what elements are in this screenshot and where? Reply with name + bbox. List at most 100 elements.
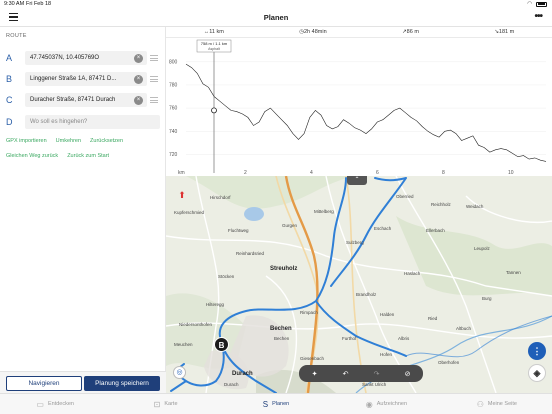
drag-handle-icon[interactable] xyxy=(150,55,158,61)
waypoint-b-input[interactable]: Linggener Straße 1A, 87471 D... xyxy=(25,72,147,86)
elevation-y-tick: 800 xyxy=(169,59,178,65)
navigate-button[interactable]: Navigieren xyxy=(6,376,82,391)
place-label: Oberhofen xyxy=(438,360,460,365)
tab-label: Aufzeichnen xyxy=(376,401,408,407)
place-label: Reichholz xyxy=(431,202,451,207)
locate-icon[interactable]: ◎ xyxy=(173,366,186,379)
route-actions-row1: GPX importieren Umkehren Zurücksetzen xyxy=(6,138,123,144)
next-destination-input[interactable]: Wo soll es hingehen? xyxy=(25,115,160,129)
route-edit-toolbar: ✦ ↶ ↷ ⊘ xyxy=(299,365,423,382)
place-label: Furthof xyxy=(342,336,357,341)
status-bar: 9:30 AM Fri Feb 18 ◠ xyxy=(0,0,552,9)
drag-handle-icon[interactable] xyxy=(150,97,158,103)
elevation-chart: 758 m / 1.1 km Asphalt 800780760740720km… xyxy=(169,39,547,176)
place-label: Hirschdorf xyxy=(210,195,231,200)
waypoint-b: B Linggener Straße 1A, 87471 D... × xyxy=(6,72,162,86)
town-label: Bechen xyxy=(270,326,292,332)
same-way-back-link[interactable]: Gleichen Weg zurück xyxy=(6,153,58,159)
more-options-button[interactable]: ⋮ xyxy=(528,342,546,360)
elevation-y-tick: 780 xyxy=(169,82,178,88)
clear-icon[interactable]: × xyxy=(134,54,143,63)
compass-icon[interactable]: ⬆ xyxy=(177,190,187,204)
place-label: Eschach xyxy=(374,226,392,231)
reset-link[interactable]: Zurücksetzen xyxy=(90,138,123,144)
record-icon: ◉ xyxy=(365,399,373,409)
place-label: Haslach xyxy=(404,271,421,276)
gpx-import-link[interactable]: GPX importieren xyxy=(6,138,47,144)
tab-label: Meine Seite xyxy=(487,401,517,407)
map-view[interactable]: ⌃ ⬆ Bechen Durach Streuholz Hirschdorf M… xyxy=(166,176,552,393)
duration-stat: ◷2h 48min xyxy=(299,29,327,35)
clear-icon[interactable]: × xyxy=(134,75,143,84)
status-date: Fri Feb 18 xyxy=(26,1,52,7)
town-label: Durach xyxy=(232,371,253,377)
profile-icon: ⚇ xyxy=(476,399,484,409)
drag-handle-icon[interactable] xyxy=(150,76,158,82)
place-label: Hofen xyxy=(380,352,393,357)
discover-icon: ▭ xyxy=(36,399,44,409)
place-label: Tannen xyxy=(506,270,521,275)
waypoint-a-input[interactable]: 47.745037N, 10.405769O xyxy=(25,51,147,65)
waypoint-a: A 47.745037N, 10.405769O × xyxy=(6,51,162,65)
place-label: Oberried xyxy=(396,194,414,199)
reverse-link[interactable]: Umkehren xyxy=(56,138,81,144)
plan-icon: S xyxy=(262,399,269,409)
layers-icon[interactable]: ◈ xyxy=(528,364,546,382)
waypoint-c: C Duracher Straße, 87471 Durach × xyxy=(6,93,162,107)
place-label: Weidach xyxy=(466,204,484,209)
page-title: Planen xyxy=(263,13,289,22)
clear-icon[interactable]: × xyxy=(134,96,143,105)
waypoint-c-input[interactable]: Duracher Straße, 87471 Durach xyxy=(25,93,147,107)
place-label: Bechen xyxy=(274,336,290,341)
waypoint-letter: C xyxy=(6,95,13,105)
tab-map[interactable]: ⊡ Karte xyxy=(110,394,220,414)
tab-profile[interactable]: ⚇ Meine Seite xyxy=(442,394,552,414)
place-label: Kupferschmied xyxy=(174,210,205,215)
place-label: Sulzberg xyxy=(346,240,364,245)
distance-stat: ↔11 km xyxy=(203,29,224,35)
collapse-profile-button[interactable]: ⌃ xyxy=(347,176,367,185)
ascent-stat: ↗86 m xyxy=(402,29,419,35)
place-label: Ried xyxy=(428,316,438,321)
undo-icon[interactable]: ↶ xyxy=(343,370,349,378)
waypoint-letter: B xyxy=(6,74,13,84)
elevation-profile[interactable]: ↔11 km ◷2h 48min ↗86 m ↘181 m 758 m / 1.… xyxy=(166,27,552,176)
route-stats: ↔11 km ◷2h 48min ↗86 m ↘181 m xyxy=(166,27,552,38)
place-label: Ellerbach xyxy=(426,228,445,233)
elevation-tooltip-value: 758 m / 1.1 km xyxy=(201,41,228,46)
place-label: Halden xyxy=(380,312,395,317)
waypoint-letter: D xyxy=(6,117,13,127)
top-bar: Planen ••• xyxy=(0,9,552,27)
place-label: Durach xyxy=(224,382,239,387)
snap-icon[interactable]: ⊘ xyxy=(405,370,411,378)
route-panel: ROUTE A 47.745037N, 10.405769O × B Lingg… xyxy=(0,27,166,393)
tab-label: Entdecken xyxy=(47,401,74,407)
route-actions-row2: Gleichen Weg zurück Zurück zum Start xyxy=(6,153,109,159)
elevation-y-tick: 760 xyxy=(169,106,178,112)
place-label: Altbuch xyxy=(456,326,472,331)
place-label: Mittelberg xyxy=(314,209,334,214)
place-label: Leupolz xyxy=(474,246,490,251)
place-label: Gurgen xyxy=(282,223,298,228)
place-label: Albris xyxy=(398,336,410,341)
more-icon[interactable]: ••• xyxy=(534,11,542,22)
back-to-start-link[interactable]: Zurück zum Start xyxy=(67,153,109,159)
waypoint-d: D Wo soll es hingehen? xyxy=(6,115,162,129)
tab-discover[interactable]: ▭ Entdecken xyxy=(0,394,110,414)
tab-record[interactable]: ◉ Aufzeichnen xyxy=(331,394,441,414)
place-label: Brandholz xyxy=(356,292,377,297)
elevation-y-tick: 740 xyxy=(169,129,178,135)
tab-plan[interactable]: S Planen xyxy=(221,394,331,414)
walk-mode-icon[interactable]: ✦ xyxy=(312,370,318,378)
status-time: 9:30 AM xyxy=(4,1,25,7)
redo-icon[interactable]: ↷ xyxy=(374,370,380,378)
descent-stat: ↘181 m xyxy=(494,29,515,35)
status-indicators: ◠ xyxy=(527,1,547,7)
route-bottom-actions: Navigieren Planung speichern xyxy=(0,371,166,393)
waypoint-b-marker[interactable]: B xyxy=(214,337,229,352)
place-label: Fluchtweg xyxy=(228,228,249,233)
place-label: Meuchen xyxy=(174,342,193,347)
town-label: Streuholz xyxy=(270,266,298,272)
elevation-line xyxy=(185,63,547,162)
save-plan-button[interactable]: Planung speichern xyxy=(84,376,160,391)
